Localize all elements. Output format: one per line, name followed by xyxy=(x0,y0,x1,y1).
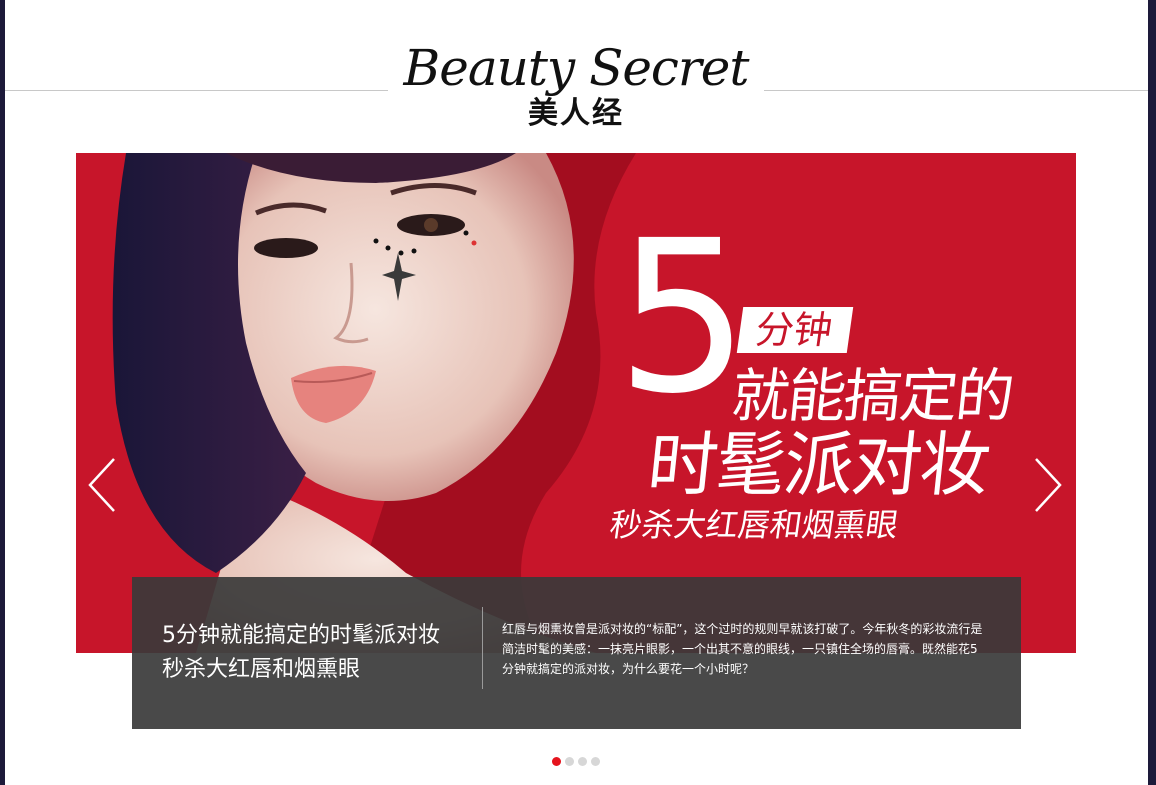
header-rule-right xyxy=(764,90,1148,91)
chevron-left-icon xyxy=(88,458,115,512)
slide-caption-title[interactable]: 5分钟就能搞定的时髦派对妆 秒杀大红唇和烟熏眼 xyxy=(162,619,462,687)
carousel-dot[interactable] xyxy=(578,757,587,766)
site-logo-chinese[interactable]: 美人经 xyxy=(388,96,764,132)
headline-tag: 分钟 xyxy=(736,307,854,353)
window-edge-left xyxy=(0,0,5,785)
carousel-dot[interactable] xyxy=(552,757,561,766)
headline-line-2: 时髦派对妆 xyxy=(643,424,993,506)
carousel-pagination xyxy=(552,757,600,767)
headline-line-3: 秒杀大红唇和烟熏眼 xyxy=(607,506,901,544)
caption-divider xyxy=(482,607,483,689)
header-rule-left xyxy=(5,90,388,91)
carousel-prev-button[interactable] xyxy=(82,453,122,517)
slide-caption-description: 红唇与烟熏妆曾是派对妆的“标配”，这个过时的规则早就该打破了。今年秋冬的彩妆流行… xyxy=(502,622,983,676)
carousel-dot[interactable] xyxy=(591,757,600,766)
headline-line-1: 就能搞定的 xyxy=(728,362,1016,430)
page: Beauty Secret 美人经 5 分钟 就能搞定的 时髦派对妆 秒杀大红唇… xyxy=(0,0,1156,785)
window-edge-right xyxy=(1148,0,1156,785)
site-logo-english[interactable]: Beauty Secret xyxy=(388,38,764,98)
carousel-next-button[interactable] xyxy=(1028,453,1068,517)
carousel-dot[interactable] xyxy=(565,757,574,766)
slide-caption-panel[interactable]: 5分钟就能搞定的时髦派对妆 秒杀大红唇和烟熏眼 红唇与烟熏妆曾是派对妆的“标配”… xyxy=(132,577,1021,729)
headline-number: 5 xyxy=(616,195,750,440)
chevron-right-icon xyxy=(1035,458,1062,512)
